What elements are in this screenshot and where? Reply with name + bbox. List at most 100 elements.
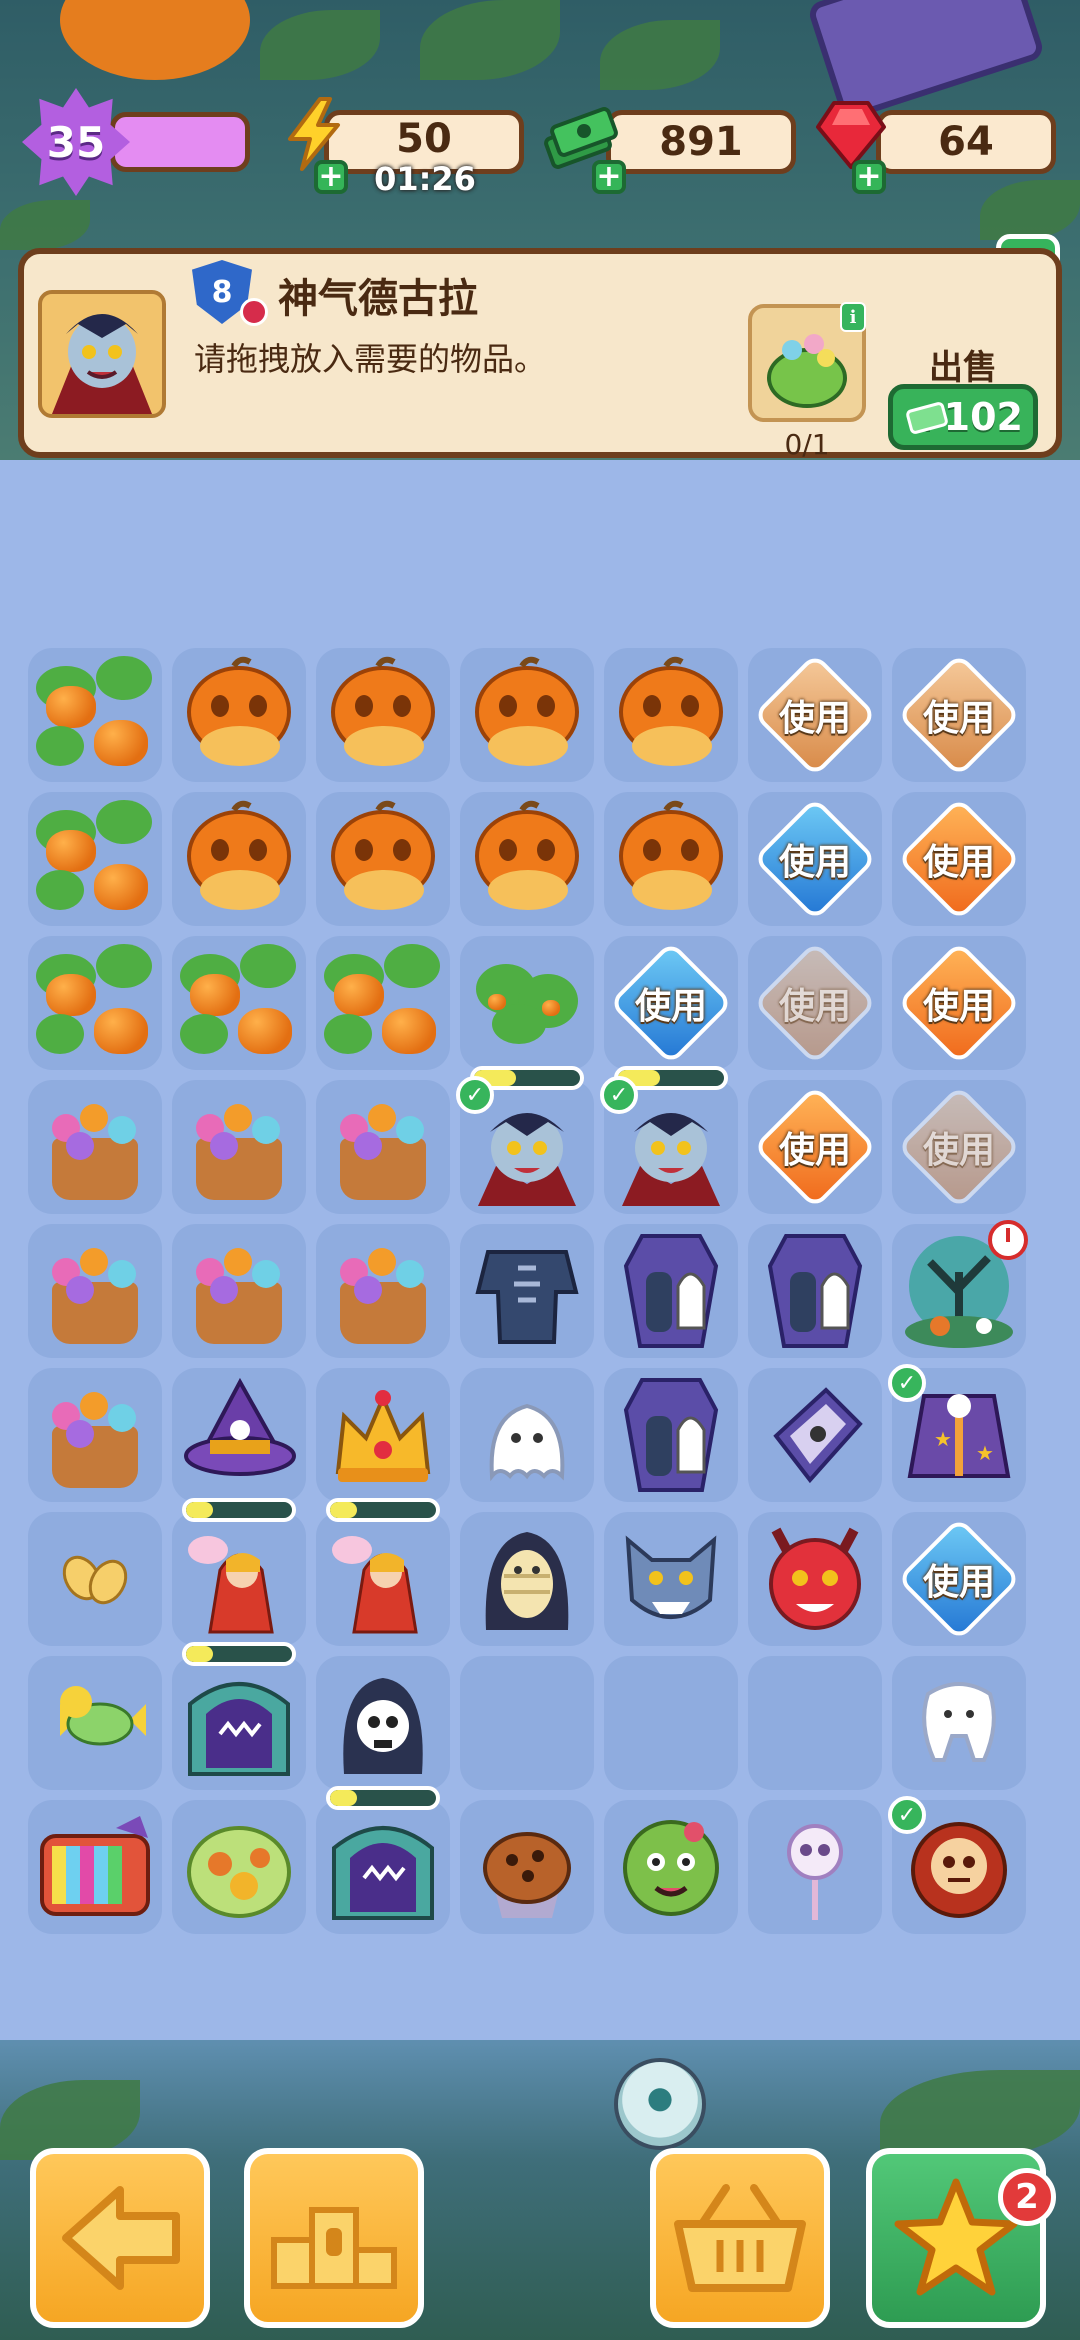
board-cell[interactable]: 使用 <box>748 1080 882 1214</box>
board-cell[interactable] <box>316 1368 450 1502</box>
pumpkin-cauldron-item <box>187 1826 291 1918</box>
board-cell[interactable] <box>748 1224 882 1358</box>
board-cell[interactable]: ✓ <box>456 1066 594 1214</box>
level-progress-bar[interactable] <box>110 112 250 172</box>
add-cash-button[interactable]: + <box>592 160 626 194</box>
eyeball-decoration <box>614 2058 706 2150</box>
board-cell[interactable] <box>604 1368 738 1502</box>
sell-button[interactable]: +102 <box>888 384 1038 450</box>
notification-badge: 2 <box>998 2168 1056 2226</box>
board-cell[interactable] <box>28 1512 162 1646</box>
board-cell[interactable] <box>460 1224 594 1358</box>
board-cell[interactable]: ✓ <box>888 1796 1026 1934</box>
board-cell[interactable]: 使用 <box>748 648 882 782</box>
board-cell[interactable] <box>28 1368 162 1502</box>
board-cell[interactable] <box>172 1080 306 1214</box>
flower-basket-item <box>36 1232 154 1350</box>
board-cell[interactable] <box>748 1512 882 1646</box>
board-cell[interactable]: 使用 <box>892 936 1026 1070</box>
board-cell[interactable] <box>316 648 450 782</box>
add-energy-button[interactable]: + <box>314 160 348 194</box>
board-cell[interactable] <box>172 1498 306 1646</box>
board-cell[interactable] <box>172 1224 306 1358</box>
board-cell[interactable] <box>316 936 450 1070</box>
board-cell[interactable]: 使用 <box>892 792 1026 926</box>
board-cell[interactable] <box>316 1786 450 1934</box>
board-cell[interactable] <box>460 1512 594 1646</box>
board-cell[interactable] <box>892 1656 1026 1790</box>
rotten-pumpkin-item <box>187 800 291 910</box>
request-instruction: 请拖拽放入需要的物品。 <box>194 340 547 378</box>
board-cell[interactable]: 使用 <box>604 936 738 1070</box>
board-cell[interactable] <box>460 792 594 926</box>
board-cell[interactable] <box>316 1224 450 1358</box>
retro-tv-item <box>40 1816 150 1916</box>
board-cell[interactable] <box>748 1800 882 1934</box>
board-cell[interactable] <box>604 1224 738 1358</box>
spider-coffin-item <box>773 1387 863 1484</box>
gem-counter[interactable]: 64 <box>876 110 1056 174</box>
haunted-coffin-item <box>623 1234 719 1348</box>
board-cell[interactable] <box>604 1800 738 1934</box>
flower-basket-item <box>36 1376 154 1494</box>
item-info-icon[interactable]: i <box>840 302 866 332</box>
board-cell[interactable] <box>748 1368 882 1502</box>
svg-text:★: ★ <box>976 1441 994 1465</box>
board-cell[interactable]: 使用 <box>892 1512 1026 1646</box>
board-cell[interactable] <box>316 1656 450 1790</box>
board-cell[interactable] <box>460 1368 594 1502</box>
board-cell-empty[interactable] <box>604 1656 738 1790</box>
board-cell[interactable] <box>28 1800 162 1934</box>
dracula-portrait[interactable] <box>38 290 166 418</box>
shop-basket-button[interactable] <box>650 2148 830 2328</box>
rotten-pumpkin-item <box>331 800 435 910</box>
witch-hat-item <box>184 1377 296 1476</box>
board-cell-empty[interactable] <box>748 1656 882 1790</box>
board-cell[interactable] <box>172 648 306 782</box>
board-cell[interactable]: 使用 <box>892 648 1026 782</box>
board-cell[interactable] <box>28 648 162 782</box>
board-cell[interactable] <box>172 1800 306 1934</box>
cash-counter[interactable]: 891 <box>606 110 796 174</box>
board-cell[interactable] <box>460 648 594 782</box>
svg-text:★: ★ <box>934 1427 952 1451</box>
board-cell-empty[interactable] <box>460 1656 594 1790</box>
back-button[interactable] <box>30 2148 210 2328</box>
board-cell[interactable] <box>172 1368 306 1502</box>
board-cell[interactable]: ✓ ★ ★ <box>888 1364 1026 1502</box>
zombie-head-item <box>623 1820 719 1916</box>
ready-check-icon: ✓ <box>888 1796 926 1834</box>
board-cell[interactable] <box>172 1642 306 1790</box>
board-cell[interactable] <box>316 1498 450 1646</box>
board-cell[interactable] <box>604 1512 738 1646</box>
board-cell[interactable] <box>604 648 738 782</box>
leaderboard-button[interactable] <box>244 2148 424 2328</box>
board-cell[interactable] <box>316 1080 450 1214</box>
board-cell[interactable] <box>172 792 306 926</box>
board-cell[interactable]: 使用 <box>748 792 882 926</box>
required-item-slot[interactable]: i <box>748 302 866 422</box>
use-label: 使用 <box>922 1130 995 1171</box>
board-cell[interactable]: 使用 <box>748 936 882 1070</box>
rotten-pumpkin-item <box>187 656 291 766</box>
board-cell[interactable] <box>28 792 162 926</box>
board-cell[interactable]: 使用 <box>892 1080 1026 1214</box>
board-cell[interactable] <box>172 936 306 1070</box>
board-cell[interactable] <box>892 1220 1028 1358</box>
board-cell[interactable] <box>460 1800 594 1934</box>
level-badge[interactable]: 35 <box>22 88 130 196</box>
board-cell[interactable] <box>28 1656 162 1790</box>
board-cell[interactable]: ✓ <box>600 1066 738 1214</box>
add-gem-button[interactable]: + <box>852 160 886 194</box>
board-cell[interactable] <box>460 936 594 1070</box>
timer-icon <box>988 1220 1028 1260</box>
leaf-decoration <box>600 20 720 90</box>
board-cell[interactable] <box>604 792 738 926</box>
board-cell[interactable] <box>28 1224 162 1358</box>
board-cell[interactable] <box>28 1080 162 1214</box>
ready-check-icon: ✓ <box>600 1076 638 1114</box>
tooth-item <box>922 1682 996 1762</box>
board-cell[interactable] <box>316 792 450 926</box>
seeds-item <box>62 1555 128 1605</box>
board-cell[interactable] <box>28 936 162 1070</box>
